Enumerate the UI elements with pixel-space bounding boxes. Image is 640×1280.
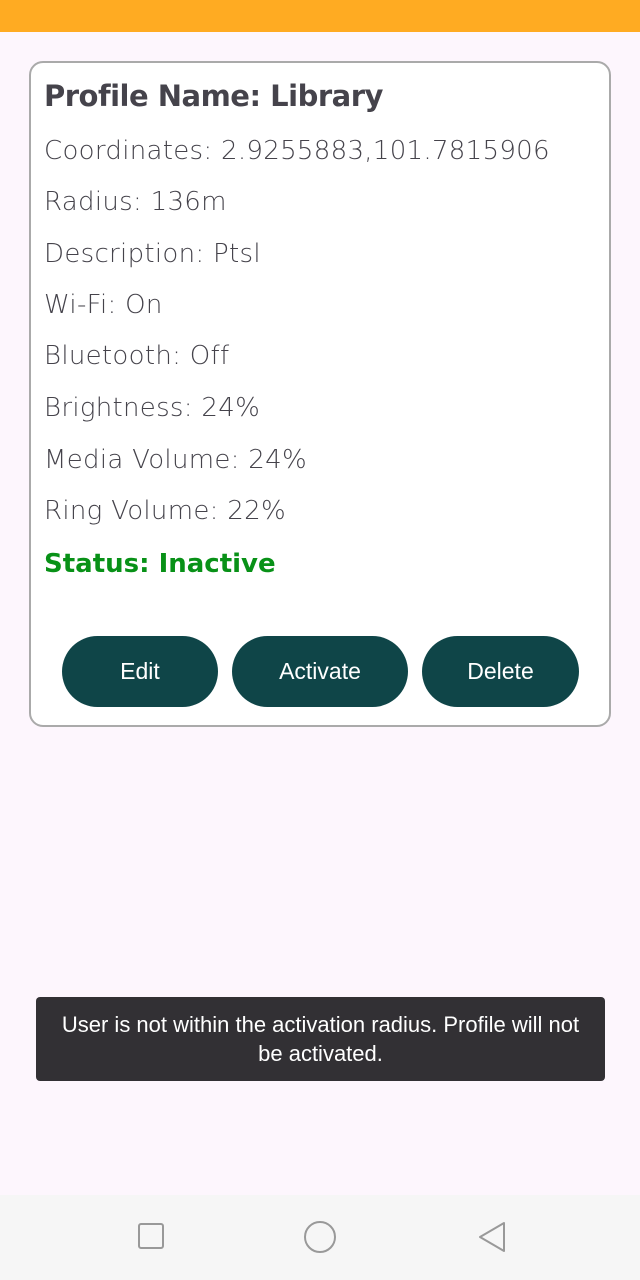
profile-name: Profile Name: Library (44, 79, 383, 113)
media-volume: Media Volume: 24% (44, 445, 307, 475)
wifi: Wi-Fi: On (44, 290, 163, 320)
brightness: Brightness: 24% (44, 393, 261, 423)
radius: Radius: 136m (44, 187, 227, 217)
toast-message: User is not within the activation radius… (36, 997, 605, 1081)
coordinates: Coordinates: 2.9255883,101.7815906 (44, 136, 550, 166)
status-text: Status: Inactive (44, 549, 276, 579)
delete-button[interactable]: Delete (422, 636, 579, 707)
activate-button[interactable]: Activate (232, 636, 408, 707)
profile-card: Profile Name: Library Coordinates: 2.925… (29, 61, 611, 727)
recents-icon[interactable] (137, 1221, 165, 1251)
navigation-bar (0, 1195, 640, 1280)
edit-button[interactable]: Edit (62, 636, 218, 707)
status-bar (0, 0, 640, 32)
description: Description: Ptsl (44, 239, 261, 269)
back-icon[interactable] (476, 1221, 508, 1255)
home-icon[interactable] (302, 1221, 338, 1255)
ring-volume: Ring Volume: 22% (44, 496, 286, 526)
bluetooth: Bluetooth: Off (44, 341, 230, 371)
